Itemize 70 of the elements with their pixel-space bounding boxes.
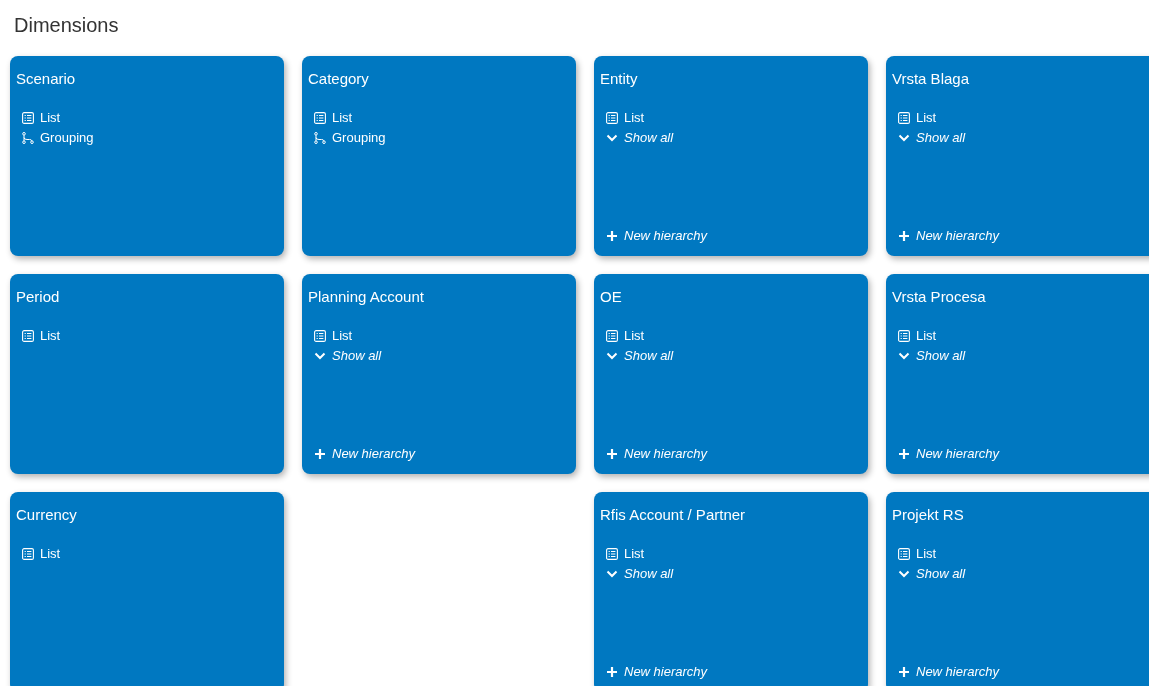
show-all-link[interactable]: Show all [624,347,674,364]
menu-link[interactable]: Grouping [40,129,94,146]
plus-icon [606,229,618,242]
card-title: Rfis Account / Partner [600,505,747,525]
branch-icon [314,131,326,144]
list-icon [898,329,910,342]
new-hierarchy-link[interactable]: New hierarchy [332,445,416,462]
dimension-card[interactable]: Projekt RS List Show all New hierarchy [886,492,1149,686]
list-icon [606,329,618,342]
list-icon [22,111,34,124]
list-icon [898,111,910,124]
show-all-link[interactable]: Show all [916,565,966,582]
new-hierarchy-link[interactable]: New hierarchy [916,663,1000,680]
menu-link[interactable]: List [624,545,645,562]
card-title: Projekt RS [892,505,965,525]
card-title: Vrsta Blaga [892,69,970,89]
card-title: Scenario [16,69,77,89]
menu-link[interactable]: List [332,327,353,344]
card-title: Period [16,287,61,307]
menu-link[interactable]: List [916,545,937,562]
list-icon [314,329,326,342]
dimension-card[interactable]: Planning Account List Show all New hierarchy [302,274,576,474]
new-hierarchy-link[interactable]: New hierarchy [916,445,1000,462]
card-title: Category [308,69,370,89]
show-all-link[interactable]: Show all [624,129,674,146]
show-all-link[interactable]: Show all [624,565,674,582]
dimension-card[interactable]: Vrsta Blaga List Show all New hierarchy [886,56,1149,256]
menu-link[interactable]: List [624,109,645,126]
plus-icon [314,447,326,460]
card-title: OE [600,287,623,307]
new-hierarchy-link[interactable]: New hierarchy [624,227,708,244]
menu-link[interactable]: List [332,109,353,126]
show-all-link[interactable]: Show all [916,129,966,146]
menu-link[interactable]: List [40,109,61,126]
menu-link[interactable]: List [916,327,937,344]
menu-link[interactable]: List [624,327,645,344]
plus-icon [898,447,910,460]
menu-link[interactable]: List [40,545,61,562]
page-title: Dimensions [14,13,120,38]
new-hierarchy-link[interactable]: New hierarchy [624,663,708,680]
new-hierarchy-link[interactable]: New hierarchy [624,445,708,462]
list-icon [314,111,326,124]
dimension-card[interactable]: Vrsta Procesa List Show all New hierarchy [886,274,1149,474]
card-title: Planning Account [308,287,425,307]
show-all-link[interactable]: Show all [916,347,966,364]
new-hierarchy-link[interactable]: New hierarchy [916,227,1000,244]
branch-icon [22,131,34,144]
dimension-card[interactable]: Period List [10,274,284,474]
dimension-card[interactable]: Entity List Show all New hierarchy [594,56,868,256]
card-title: Entity [600,69,639,89]
card-title: Vrsta Procesa [892,287,987,307]
card-title: Currency [16,505,78,525]
list-icon [22,547,34,560]
list-icon [898,547,910,560]
list-icon [606,111,618,124]
menu-link[interactable]: List [40,327,61,344]
dimension-card[interactable]: Currency List [10,492,284,686]
plus-icon [606,665,618,678]
plus-icon [606,447,618,460]
list-icon [606,547,618,560]
dimension-card[interactable]: OE List Show all New hierarchy [594,274,868,474]
plus-icon [898,229,910,242]
dimension-card[interactable]: Scenario List Grouping [10,56,284,256]
plus-icon [898,665,910,678]
menu-link[interactable]: List [916,109,937,126]
menu-link[interactable]: Grouping [332,129,386,146]
dimension-card[interactable]: Category List Grouping [302,56,576,256]
show-all-link[interactable]: Show all [332,347,382,364]
list-icon [22,329,34,342]
dimension-card[interactable]: Rfis Account / Partner List Show all New hierarchy [594,492,868,686]
